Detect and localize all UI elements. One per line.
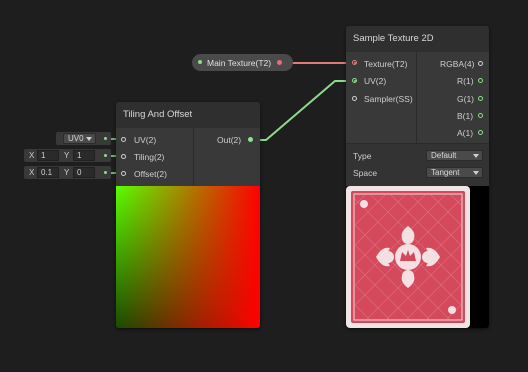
card-texture-preview [346, 186, 470, 328]
tiling-node-divider [193, 128, 194, 186]
sample-input-uv-label: UV(2) [364, 76, 387, 86]
tiling-tiling-port[interactable] [121, 154, 126, 159]
offset-y-field[interactable]: 0 [73, 167, 95, 178]
sample-sampler-port[interactable] [352, 96, 357, 101]
sample-b-port[interactable] [478, 113, 483, 118]
offset-input-dot-icon [104, 171, 107, 174]
type-value: Default [431, 151, 457, 160]
texture-port-dot [354, 62, 356, 64]
space-dropdown[interactable]: Tangent [426, 167, 483, 178]
tiling-uv-port[interactable] [121, 137, 126, 142]
sample-input-texture-label: Texture(T2) [364, 59, 408, 69]
main-texture-property-node[interactable]: Main Texture(T2) [192, 54, 293, 71]
sample-r-port[interactable] [478, 78, 483, 83]
property-dot-icon [198, 60, 202, 64]
tiling-output-label: Out(2) [217, 135, 242, 145]
sample-node-title[interactable]: Sample Texture 2D [346, 26, 489, 52]
chevron-down-icon [473, 171, 479, 175]
property-output-port[interactable] [277, 60, 282, 65]
tiling-preview-gradient [116, 186, 260, 328]
tiling-input-dot-icon [104, 154, 107, 157]
offset-y-label: Y [64, 168, 70, 177]
tiling-input-uv-label: UV(2) [134, 135, 157, 145]
sample-g-port[interactable] [478, 96, 483, 101]
sample-rgba-port[interactable] [478, 61, 483, 66]
uv-channel-dropdown[interactable]: UV0 [63, 133, 96, 144]
sample-output-r-label: R(1) [457, 76, 474, 86]
offset-x-field[interactable]: 0.1 [37, 167, 59, 178]
chevron-down-icon [473, 154, 479, 158]
space-label: Space [353, 168, 378, 178]
sample-output-rgba-label: RGBA(4) [440, 59, 475, 69]
tiling-out-port[interactable] [248, 137, 253, 142]
type-dropdown[interactable]: Default [426, 150, 483, 161]
tiling-offset-port[interactable] [121, 171, 126, 176]
sample-input-sampler-label: Sampler(SS) [364, 94, 413, 104]
tiling-input-offset-label: Offset(2) [134, 169, 167, 179]
property-label: Main Texture(T2) [207, 58, 272, 68]
uv-channel-value: UV0 [68, 134, 84, 143]
type-label: Type [353, 151, 372, 161]
chevron-down-icon [86, 137, 92, 141]
tiling-x-label: X [29, 151, 35, 160]
sample-output-g-label: G(1) [457, 94, 474, 104]
tiling-x-field[interactable]: 1 [37, 150, 59, 161]
uv-port-dot [354, 80, 356, 82]
offset-x-label: X [29, 168, 35, 177]
uv-input-dot-icon [104, 137, 107, 140]
tiling-node-title[interactable]: Tiling And Offset [116, 102, 260, 128]
tiling-y-label: Y [64, 151, 70, 160]
wire-out-to-uv [253, 80, 352, 141]
sample-output-a-label: A(1) [457, 128, 474, 138]
sample-a-port[interactable] [478, 130, 483, 135]
space-value: Tangent [431, 168, 460, 177]
sample-output-b-label: B(1) [457, 111, 474, 121]
tiling-y-field[interactable]: 1 [73, 150, 95, 161]
tiling-input-tiling-label: Tiling(2) [134, 152, 165, 162]
